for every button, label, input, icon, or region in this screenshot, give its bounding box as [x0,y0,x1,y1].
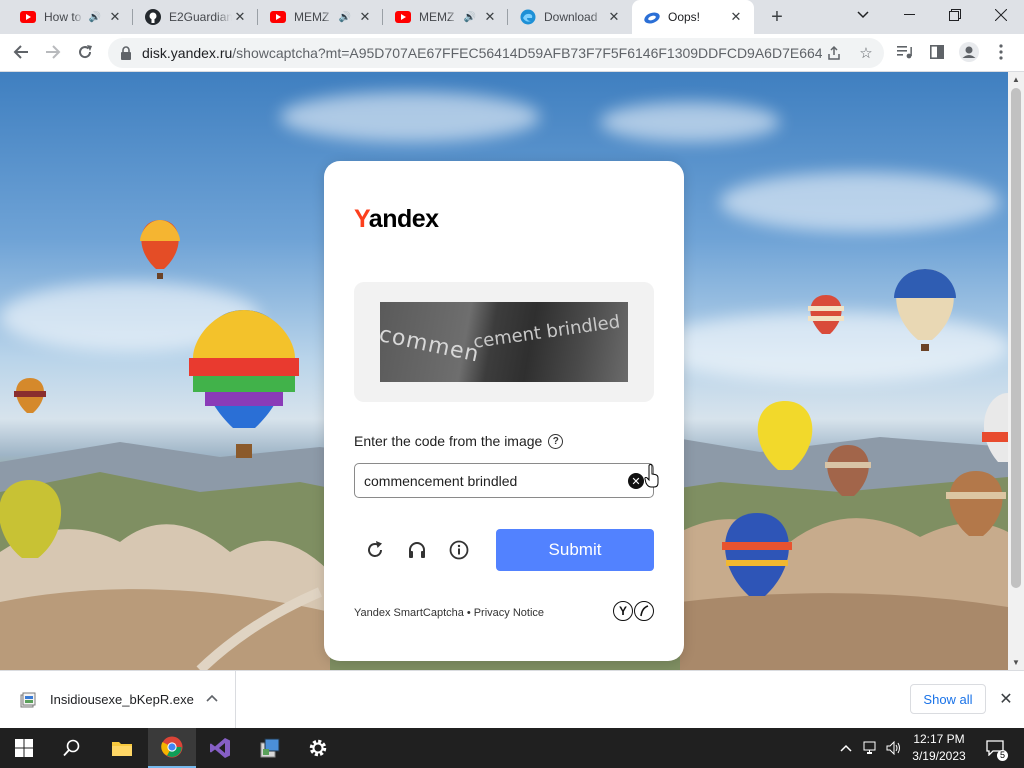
github-icon [145,9,161,25]
captcha-input[interactable]: commencement brindled ✕ [354,463,654,498]
tab-strip: How to 🔊 ✕ E2Guardian ✕ MEMZ 🔊 ✕ MEMZ 🔊 … [0,0,1024,34]
tab-how-to[interactable]: How to 🔊 ✕ [8,0,133,34]
download-item[interactable]: Insidiousexe_bKepR.exe [0,671,236,728]
forward-arrow-icon[interactable] [38,37,68,67]
smartcaptcha-badge-icon [634,601,654,621]
balloon-small-right [808,295,844,334]
tab-oops-active[interactable]: Oops! ✕ [632,0,754,34]
clear-input-icon[interactable]: ✕ [628,473,644,489]
more-menu-icon[interactable] [986,37,1016,67]
close-window-button[interactable] [978,0,1024,30]
side-panel-icon[interactable] [922,37,952,67]
reload-icon[interactable] [70,37,100,67]
clock-date: 3/19/2023 [912,749,966,763]
speaker-icon[interactable]: 🔊 [89,12,101,23]
tab-memz-2[interactable]: MEMZ 🔊 ✕ [383,0,508,34]
close-tab-icon[interactable]: ✕ [606,9,622,25]
balloon-tiny-left [14,378,46,413]
file-explorer-icon[interactable] [98,728,146,768]
captcha-input-value: commencement brindled [364,472,518,489]
captcha-footer: Yandex SmartCaptcha • Privacy Notice [354,607,545,619]
media-control-icon[interactable] [890,37,920,67]
help-question-icon[interactable]: ? [548,433,564,449]
settings-gear-icon[interactable] [294,728,342,768]
mouse-pointer-hand-icon [644,464,659,488]
balloon-small-left [140,220,180,279]
profile-avatar-icon[interactable] [954,37,984,67]
close-tab-icon[interactable]: ✕ [482,9,498,25]
tab-memz-1[interactable]: MEMZ 🔊 ✕ [258,0,383,34]
balloon-striped-right [825,445,871,496]
system-clock[interactable]: 12:17 PM 3/19/2023 [906,731,972,765]
yandex-y-badge-icon: Y [613,601,633,621]
captcha-image: commen cement brindled [380,302,628,382]
balloon-yellow-right [757,401,813,470]
info-icon[interactable] [446,537,472,563]
browser-toolbar: disk.yandex.ru/showcaptcha?mt=A95D707AE6… [0,34,1024,72]
network-icon[interactable] [860,728,882,768]
yandex-logo: Yandex [354,205,439,233]
smartcaptcha-brand[interactable]: Yandex SmartCaptcha [354,607,464,619]
captcha-prompt-label: Enter the code from the image ? [354,433,564,449]
address-bar[interactable]: disk.yandex.ru/showcaptcha?mt=A95D707AE6… [108,38,884,68]
close-download-bar-icon[interactable]: ✕ [996,687,1016,711]
tray-overflow-chevron-icon[interactable] [836,728,856,768]
tab-download[interactable]: Download ✕ [508,0,632,34]
start-windows-icon[interactable] [0,728,48,768]
submit-button[interactable]: Submit [496,529,654,571]
audio-captcha-headphones-icon[interactable] [404,537,430,563]
speaker-icon[interactable]: 🔊 [464,12,476,23]
close-tab-icon[interactable]: ✕ [107,9,123,25]
speaker-icon[interactable]: 🔊 [339,12,351,23]
captcha-image-frame: commen cement brindled [354,282,654,402]
notification-center-icon[interactable]: 5 [980,728,1010,768]
search-icon[interactable] [48,728,96,768]
new-tab-button[interactable]: + [764,5,790,29]
page-scrollbar[interactable]: ▲ ▼ [1008,72,1024,670]
chrome-taskbar-icon[interactable] [148,728,196,768]
youtube-icon [395,9,411,25]
yandex-disk-icon [644,9,660,25]
download-file-name: Insidiousexe_bKepR.exe [50,692,194,707]
scroll-up-arrow-icon[interactable]: ▲ [1012,75,1020,84]
close-tab-icon[interactable]: ✕ [357,9,373,25]
captcha-card: Yandex commen cement brindled Enter the … [324,161,684,661]
show-all-button[interactable]: Show all [910,684,986,714]
back-arrow-icon[interactable] [6,37,36,67]
scroll-down-arrow-icon[interactable]: ▼ [1012,658,1020,667]
bookmark-star-icon[interactable]: ☆ [856,43,876,63]
privacy-notice-link[interactable]: Privacy Notice [474,607,544,619]
minimize-button[interactable] [886,0,932,30]
share-icon[interactable] [824,43,844,63]
restore-button[interactable] [932,0,978,30]
refresh-captcha-icon[interactable] [362,537,388,563]
notification-count-badge: 5 [997,750,1009,761]
volume-icon[interactable] [884,728,904,768]
close-tab-icon[interactable]: ✕ [232,9,248,25]
tab-search-chevron-icon[interactable] [840,0,886,30]
download-bar: Insidiousexe_bKepR.exe Show all ✕ [0,670,1024,728]
lock-icon[interactable] [120,46,134,60]
url-path: /showcaptcha?mt=A95D707AE67FFEC56414D59A… [232,45,822,61]
balloon-blue-lower-right [722,513,792,596]
url-host: disk.yandex.ru [142,45,233,61]
balloon-large-left [189,310,299,458]
youtube-icon [20,9,36,25]
exe-file-icon [20,692,36,707]
close-tab-icon[interactable]: ✕ [728,9,744,25]
balloon-brown-right [946,471,1006,536]
windows-taskbar: 12:17 PM 3/19/2023 5 [0,728,1024,768]
balloon-yellow-left [0,480,61,558]
clock-time: 12:17 PM [913,732,965,746]
tab-e2guardian[interactable]: E2Guardian ✕ [133,0,258,34]
youtube-icon [270,9,286,25]
visual-studio-icon[interactable] [196,728,244,768]
edge-icon [520,9,536,25]
balloon-edge-right [982,393,1008,462]
balloon-blue-right [894,269,956,351]
installer-app-icon[interactable] [246,728,294,768]
download-options-chevron-icon[interactable] [206,691,218,705]
scroll-thumb[interactable] [1011,88,1021,588]
